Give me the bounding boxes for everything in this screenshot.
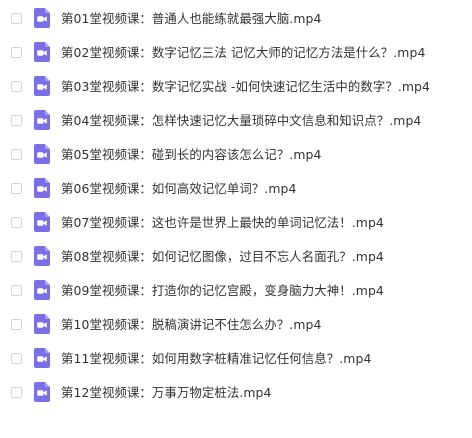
video-file-icon [34,382,50,402]
file-name[interactable]: 第04堂视频课：怎样快速记忆大量琐碎中文信息和知识点？.mp4 [61,111,421,129]
video-file-icon [34,246,50,266]
file-row[interactable]: 第12堂视频课：万事万物定桩法.mp4 [0,375,472,409]
file-row[interactable]: 第03堂视频课：数字记忆实战 -如何快速记忆生活中的数字？.mp4 [0,69,472,103]
file-row[interactable]: 第06堂视频课：如何高效记忆单词？.mp4 [0,171,472,205]
row-checkbox[interactable] [11,80,22,92]
file-name[interactable]: 第06堂视频课：如何高效记忆单词？.mp4 [61,179,296,197]
file-name[interactable]: 第01堂视频课：普通人也能练就最强大脑.mp4 [61,9,321,27]
file-name[interactable]: 第10堂视频课：脱稿演讲记不住怎么办？.mp4 [61,315,321,333]
video-file-icon [34,144,50,164]
video-file-icon [34,76,50,96]
video-file-icon [34,212,50,232]
video-file-icon [34,348,50,368]
file-row[interactable]: 第05堂视频课：碰到长的内容该怎么记？.mp4 [0,137,472,171]
file-name[interactable]: 第03堂视频课：数字记忆实战 -如何快速记忆生活中的数字？.mp4 [61,77,430,95]
row-checkbox[interactable] [11,284,22,296]
file-name[interactable]: 第12堂视频课：万事万物定桩法.mp4 [61,383,272,401]
file-name[interactable]: 第11堂视频课：如何用数字桩精准记忆任何信息？.mp4 [61,349,371,367]
row-checkbox[interactable] [11,250,22,262]
video-file-icon [34,42,50,62]
file-row[interactable]: 第01堂视频课：普通人也能练就最强大脑.mp4 [0,1,472,35]
file-name[interactable]: 第07堂视频课：这也许是世界上最快的单词记忆法！.mp4 [61,213,384,231]
row-checkbox[interactable] [11,12,22,24]
file-row[interactable]: 第11堂视频课：如何用数字桩精准记忆任何信息？.mp4 [0,341,472,375]
row-checkbox[interactable] [11,318,22,330]
file-name[interactable]: 第08堂视频课：如何记忆图像，过目不忘人名面孔？.mp4 [61,247,384,265]
file-name[interactable]: 第05堂视频课：碰到长的内容该怎么记？.mp4 [61,145,321,163]
row-checkbox[interactable] [11,352,22,364]
video-file-icon [34,280,50,300]
file-name[interactable]: 第09堂视频课：打造你的记忆宫殿，变身脑力大神！.mp4 [61,281,384,299]
row-checkbox[interactable] [11,114,22,126]
file-row[interactable]: 第07堂视频课：这也许是世界上最快的单词记忆法！.mp4 [0,205,472,239]
file-row[interactable]: 第08堂视频课：如何记忆图像，过目不忘人名面孔？.mp4 [0,239,472,273]
file-row[interactable]: 第10堂视频课：脱稿演讲记不住怎么办？.mp4 [0,307,472,341]
video-file-icon [34,8,50,28]
video-file-icon [34,314,50,334]
video-file-icon [34,110,50,130]
row-checkbox[interactable] [11,216,22,228]
video-file-icon [34,178,50,198]
file-row[interactable]: 第02堂视频课：数字记忆三法 记忆大师的记忆方法是什么？.mp4 [0,35,472,69]
row-checkbox[interactable] [11,148,22,160]
file-list: 第01堂视频课：普通人也能练就最强大脑.mp4 第02堂视频课：数字记忆三法 记… [0,0,472,438]
row-checkbox[interactable] [11,182,22,194]
file-row[interactable]: 第09堂视频课：打造你的记忆宫殿，变身脑力大神！.mp4 [0,273,472,307]
file-name[interactable]: 第02堂视频课：数字记忆三法 记忆大师的记忆方法是什么？.mp4 [61,43,425,61]
row-checkbox[interactable] [11,46,22,58]
row-checkbox[interactable] [11,386,22,398]
file-row[interactable]: 第04堂视频课：怎样快速记忆大量琐碎中文信息和知识点？.mp4 [0,103,472,137]
